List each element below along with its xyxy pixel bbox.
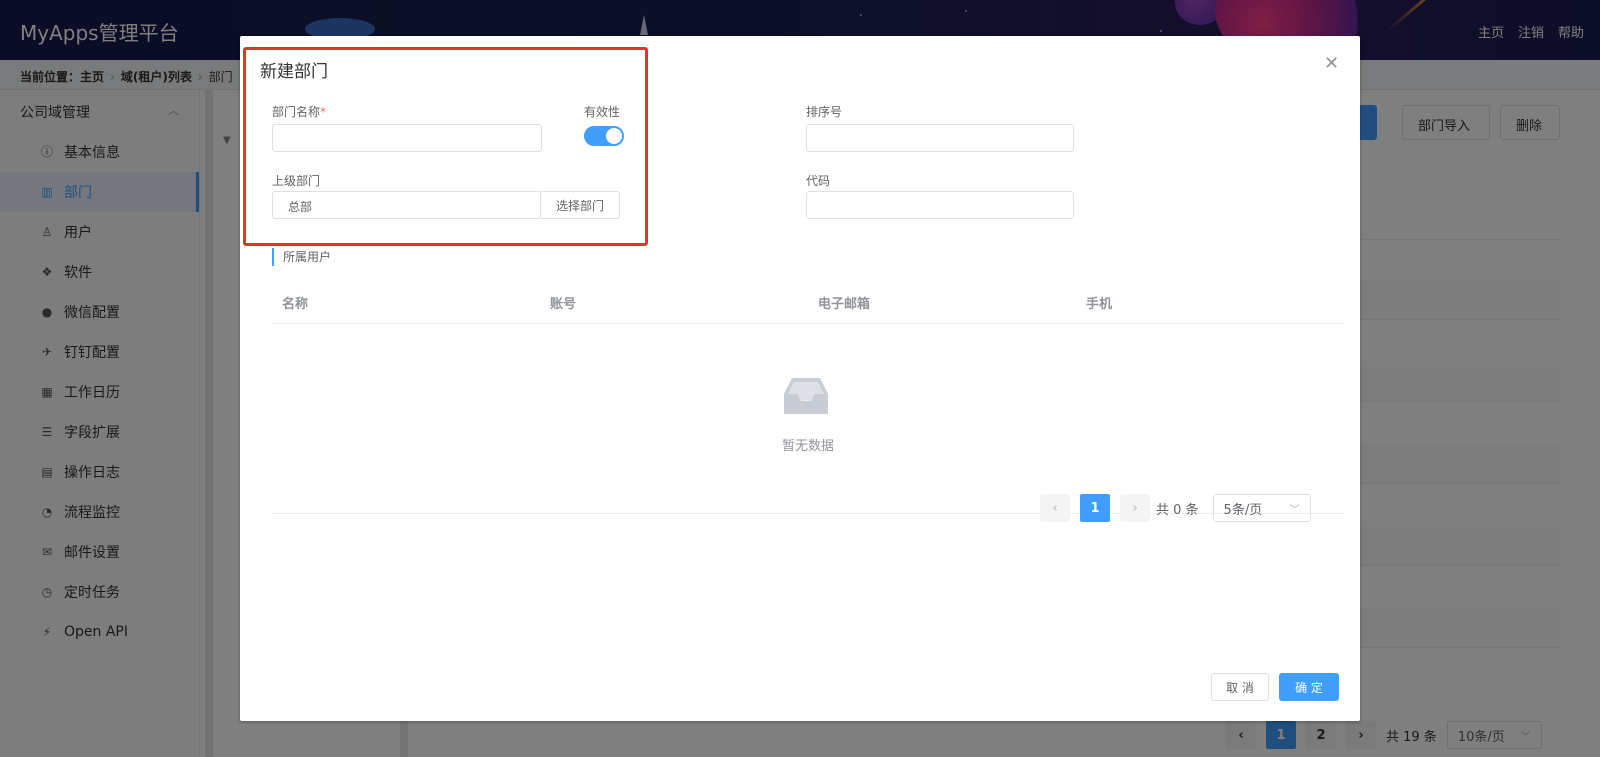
sort-order-label: 排序号 (806, 105, 843, 119)
column-header-email: 电子邮箱 (818, 296, 871, 312)
column-header-phone: 手机 (1086, 296, 1113, 312)
page-size-value: 5条/页 (1223, 502, 1263, 518)
department-name-label: 部门名称* (272, 103, 326, 120)
select-department-button[interactable]: 选择部门 (540, 191, 620, 219)
users-table-header: 名称 账号 电子邮箱 手机 (272, 281, 1344, 324)
column-header-name: 名称 (282, 296, 309, 312)
validity-label: 有效性 (584, 105, 621, 119)
department-name-label-text: 部门名称 (272, 105, 321, 119)
validity-toggle[interactable] (584, 126, 624, 146)
cancel-button[interactable]: 取 消 (1211, 673, 1269, 701)
code-label: 代码 (806, 174, 831, 188)
next-page-button[interactable]: › (1120, 494, 1150, 522)
code-input[interactable] (806, 191, 1074, 219)
prev-page-button[interactable]: ‹ (1040, 494, 1070, 522)
chevron-down-icon: ﹀ (1289, 504, 1300, 516)
close-icon[interactable]: ✕ (1324, 55, 1340, 73)
required-marker: * (320, 105, 327, 119)
parent-department-input[interactable]: 总部 (272, 191, 542, 219)
confirm-button[interactable]: 确 定 (1279, 673, 1339, 701)
department-name-input[interactable] (272, 124, 542, 152)
new-department-dialog: 新建部门 ✕ 部门名称* 有效性 排序号 上级部门 总部 选择部门 代码 所属用… (240, 36, 1360, 721)
empty-text: 暂无数据 (781, 439, 834, 454)
users-section-title: 所属用户 (272, 248, 331, 266)
page-size-select[interactable]: 5条/页 ﹀ (1212, 494, 1311, 522)
column-header-account: 账号 (550, 296, 577, 312)
users-table-empty: 暂无数据 (272, 324, 1344, 514)
page-button[interactable]: 1 (1080, 494, 1110, 522)
parent-department-label: 上级部门 (272, 174, 321, 188)
sort-order-input[interactable] (806, 124, 1074, 152)
total-count: 共 0 条 (1156, 502, 1199, 518)
dialog-title: 新建部门 (260, 62, 328, 82)
empty-inbox-icon (784, 378, 828, 414)
dialog-pagination: ‹ 1 › 共 0 条 5条/页 ﹀ (1040, 494, 1311, 522)
